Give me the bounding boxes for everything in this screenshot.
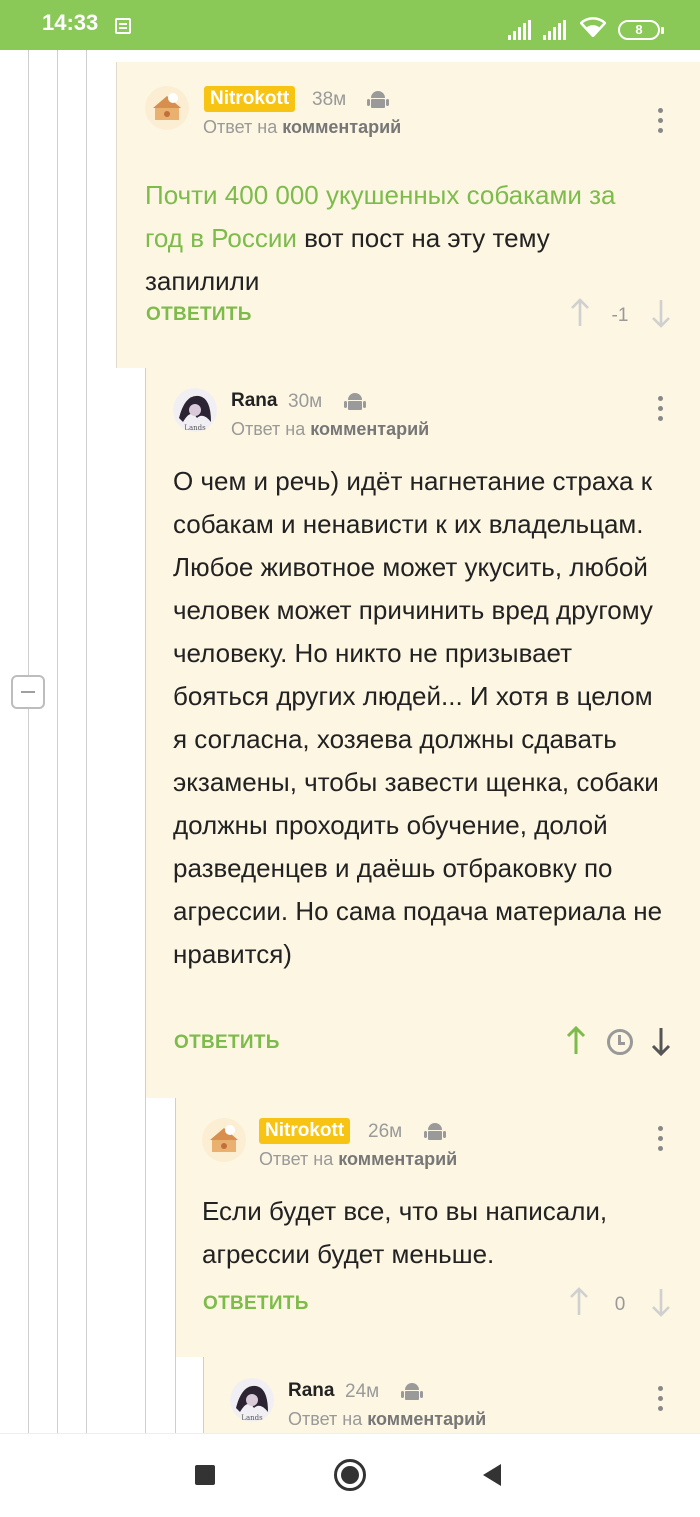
reply-to-label: Ответ на комментарий — [259, 1149, 457, 1170]
android-icon — [424, 1123, 446, 1140]
svg-text:Lands: Lands — [184, 424, 206, 432]
android-icon — [344, 393, 366, 410]
reply-button[interactable]: ОТВЕТИТЬ — [146, 304, 252, 326]
collapse-thread-button[interactable] — [11, 675, 45, 709]
recent-apps-icon[interactable] — [195, 1465, 215, 1485]
signal-icon — [508, 20, 534, 40]
android-icon — [401, 1383, 423, 1400]
more-options-icon[interactable] — [658, 108, 664, 136]
reply-to-label: Ответ на комментарий — [288, 1409, 486, 1430]
system-nav-bar — [0, 1433, 700, 1517]
more-options-icon[interactable] — [658, 1126, 664, 1154]
battery-icon: 8 — [618, 20, 664, 40]
author-name[interactable]: Nitrokott — [259, 1118, 351, 1144]
battery-level: 8 — [635, 22, 643, 37]
comment-text: Если будет все, что вы написали, агресси… — [202, 1196, 608, 1269]
reply-prefix: Ответ на — [203, 117, 278, 137]
comment: Lands Rana 24м Ответ на комментарий — [230, 1378, 692, 1433]
indent-gap — [145, 1098, 175, 1433]
comment-score: -1 — [611, 305, 629, 326]
reply-target-link[interactable]: комментарий — [367, 1409, 486, 1429]
upvote-icon[interactable] — [569, 1287, 589, 1317]
author-name[interactable]: Rana — [231, 390, 277, 412]
comment: Lands Rana 30м Ответ на комментарий О че… — [173, 388, 693, 1088]
signal-icon-2 — [543, 20, 569, 40]
wifi-icon — [579, 17, 607, 41]
reply-prefix: Ответ на — [259, 1149, 334, 1169]
notification-icon — [115, 18, 131, 34]
thread-line — [203, 1357, 204, 1433]
thread-line — [57, 50, 58, 1433]
reply-target-link[interactable]: комментарий — [282, 117, 401, 137]
avatar[interactable]: Lands — [173, 388, 217, 432]
comment-text: О чем и речь) идёт нагнетание страха к с… — [173, 466, 663, 969]
android-icon — [367, 91, 389, 108]
comment-thread[interactable]: Nitrokott 38м Ответ на комментарий Почти… — [0, 50, 700, 1433]
home-icon[interactable] — [334, 1459, 366, 1491]
avatar[interactable]: Lands — [230, 1378, 274, 1422]
author-name[interactable]: Nitrokott — [204, 86, 296, 112]
upvote-icon[interactable] — [570, 298, 590, 328]
back-icon[interactable] — [483, 1464, 501, 1486]
reply-prefix: Ответ на — [288, 1409, 363, 1429]
reply-button[interactable]: ОТВЕТИТЬ — [203, 1293, 309, 1315]
clock-icon — [607, 1029, 633, 1055]
reply-target-link[interactable]: комментарий — [310, 419, 429, 439]
comment-time: 24м — [345, 1381, 380, 1402]
status-bar: 14:33 8 — [0, 0, 700, 50]
more-options-icon[interactable] — [658, 1386, 664, 1414]
comment: Nitrokott 38м Ответ на комментарий Почти… — [145, 86, 690, 366]
comment: Nitrokott 26м Ответ на комментарий Если … — [202, 1118, 692, 1348]
avatar[interactable] — [202, 1118, 246, 1162]
downvote-icon[interactable] — [651, 298, 671, 328]
comment-time: 38м — [312, 89, 347, 110]
reply-button[interactable]: ОТВЕТИТЬ — [174, 1032, 280, 1054]
reply-target-link[interactable]: комментарий — [338, 1149, 457, 1169]
downvote-icon[interactable] — [651, 1287, 671, 1317]
reply-to-label: Ответ на комментарий — [231, 419, 429, 440]
more-options-icon[interactable] — [658, 396, 664, 424]
status-time: 14:33 — [42, 10, 99, 35]
upvote-icon[interactable] — [566, 1026, 586, 1056]
reply-prefix: Ответ на — [231, 419, 306, 439]
indent-gap — [175, 1357, 203, 1433]
reply-to-label: Ответ на комментарий — [203, 117, 401, 138]
indent-gap — [116, 368, 146, 1433]
thread-line — [145, 368, 146, 1433]
comment-text: Почти 400 000 укушенных собаками за год … — [145, 174, 655, 303]
comment-score: 0 — [614, 1294, 626, 1315]
comment-time: 30м — [288, 391, 323, 412]
thread-line — [28, 50, 29, 1433]
svg-text:Lands: Lands — [241, 1414, 263, 1422]
author-name[interactable]: Rana — [288, 1380, 334, 1402]
comment-time: 26м — [368, 1121, 403, 1142]
thread-line — [175, 1098, 176, 1433]
avatar[interactable] — [145, 86, 189, 130]
thread-line — [86, 50, 87, 1433]
downvote-icon[interactable] — [651, 1026, 671, 1056]
